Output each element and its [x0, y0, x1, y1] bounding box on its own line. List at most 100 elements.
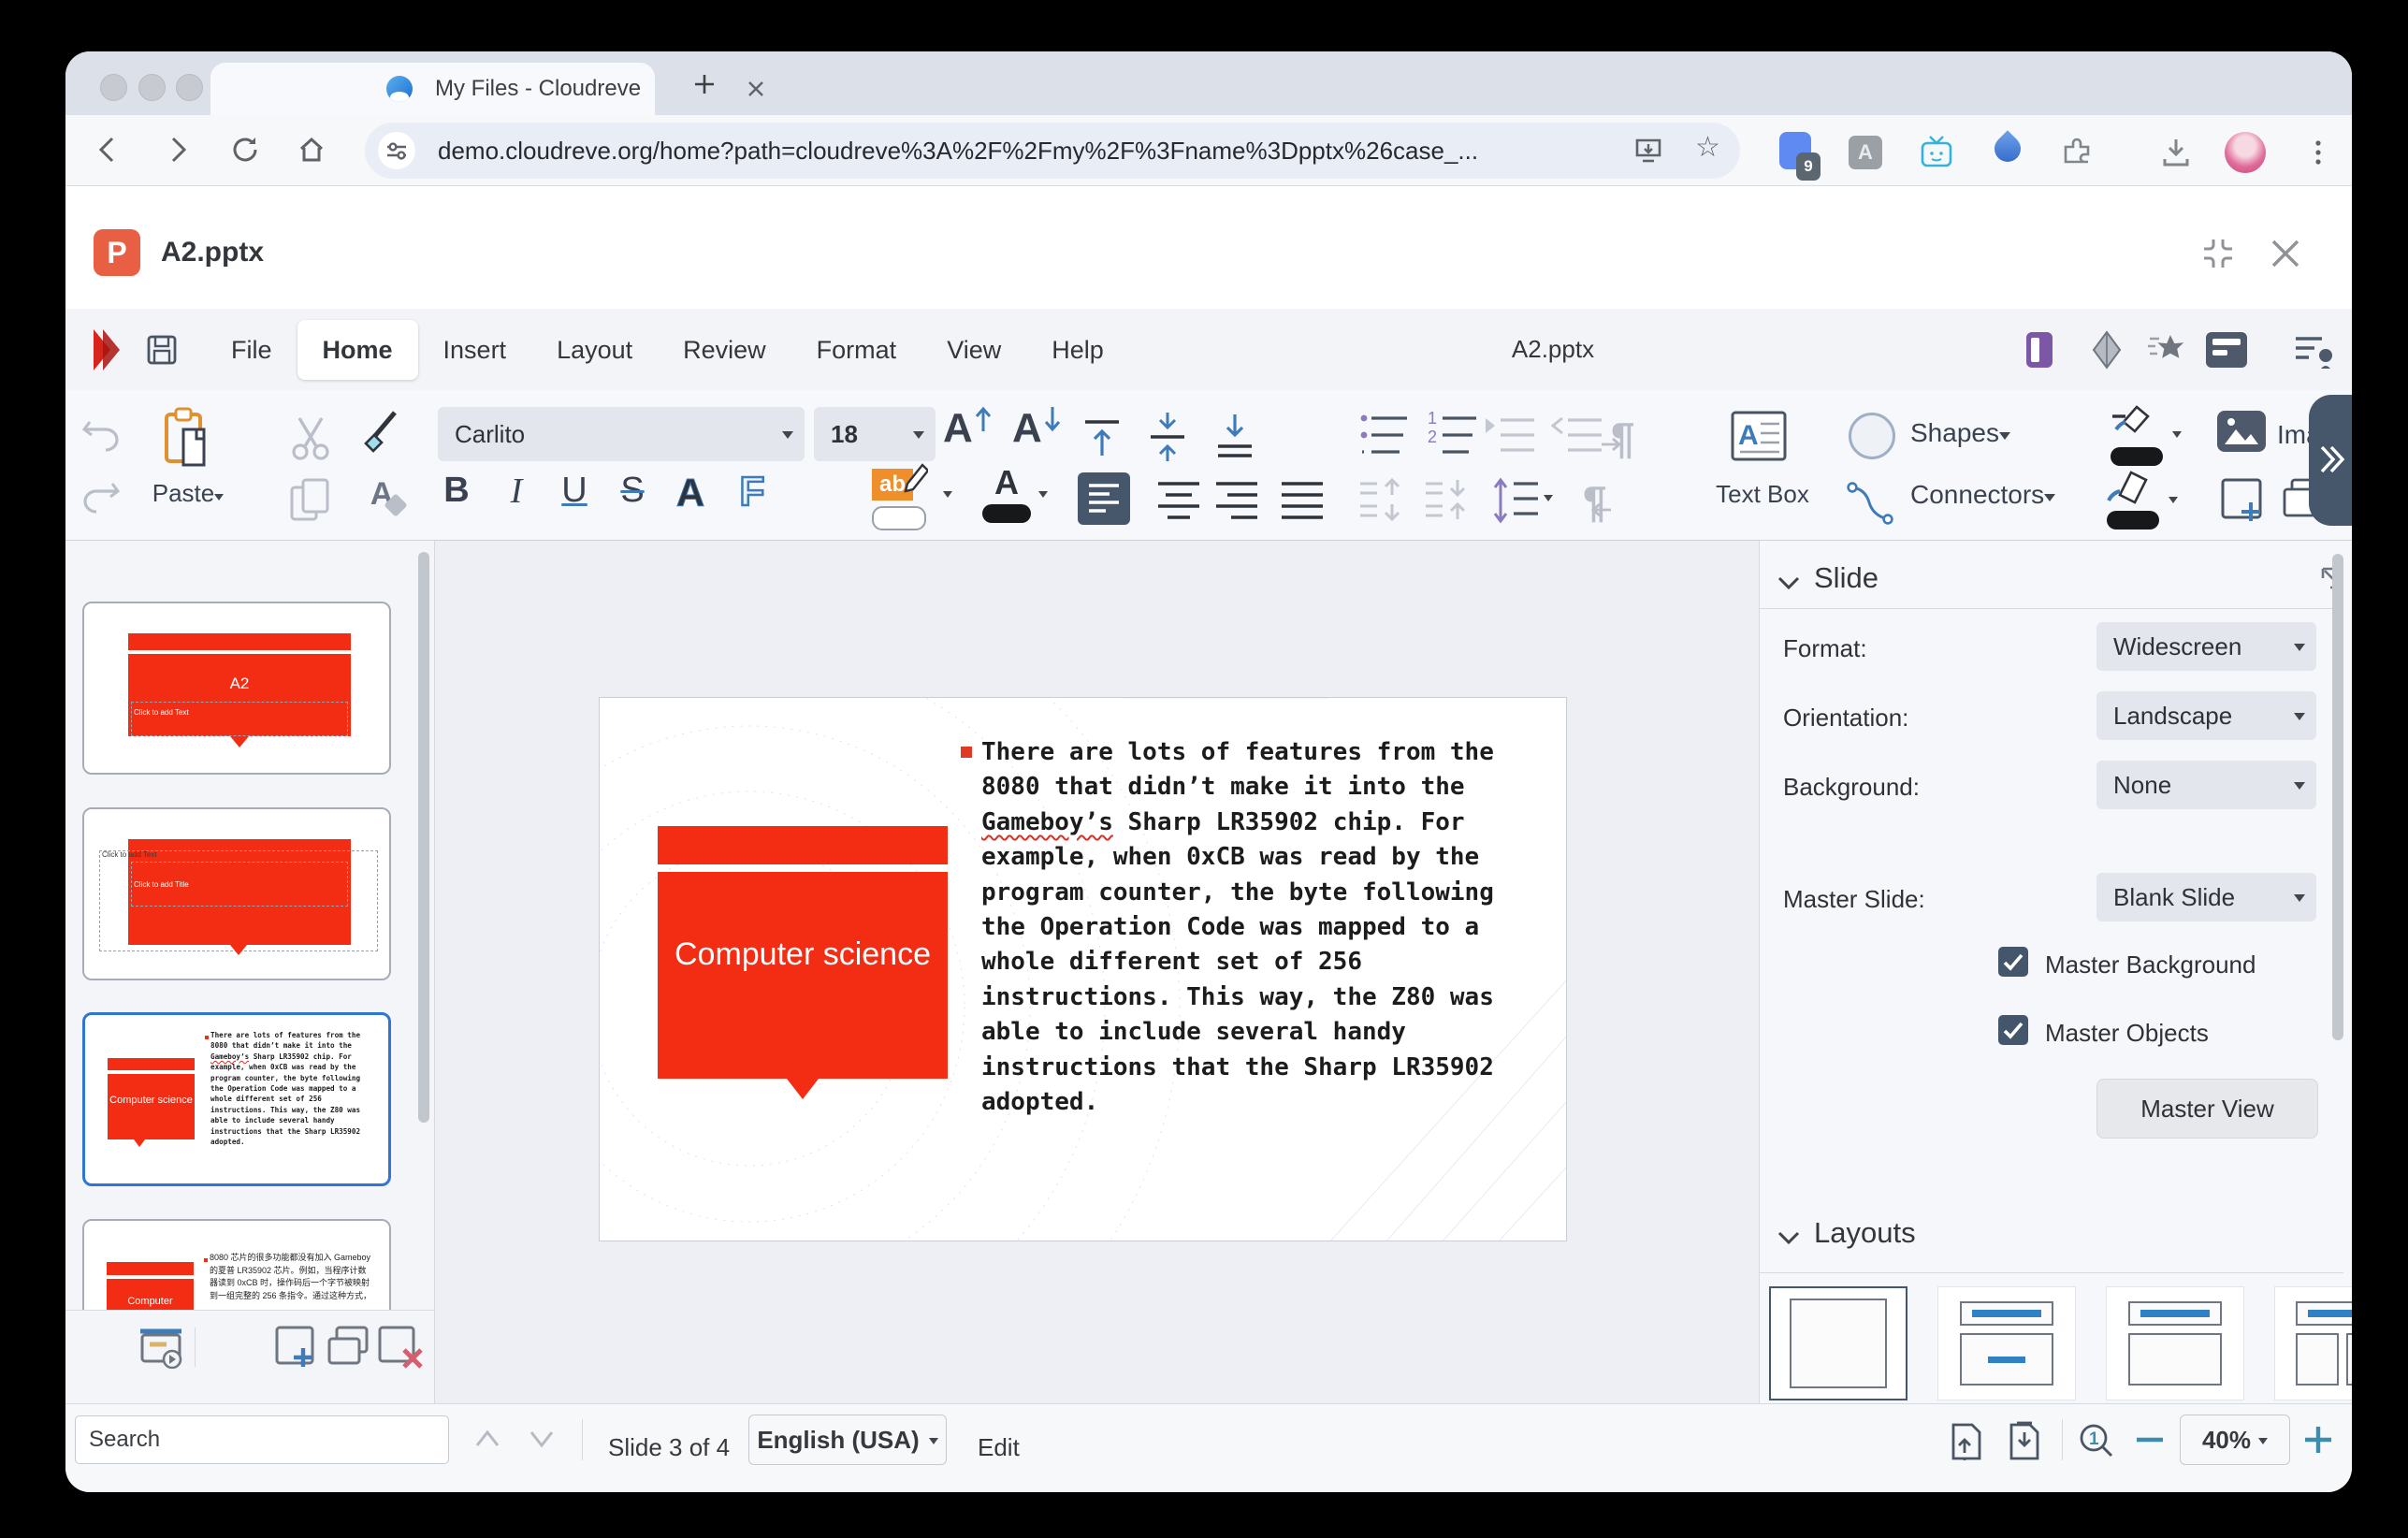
align-justify-button[interactable]	[1280, 482, 1325, 519]
valign-middle-icon[interactable]	[1143, 411, 1192, 463]
slide-thumbnail-2[interactable]: Click to add Text Click to add Title	[82, 807, 391, 980]
decrease-indent-icon[interactable]	[1484, 413, 1536, 461]
format-select[interactable]: Widescreen	[2096, 622, 2316, 671]
maximize-window-button[interactable]	[176, 74, 203, 101]
orientation-select[interactable]: Landscape	[2096, 691, 2316, 740]
slide-thumbnail-1[interactable]: A2 Click to add Text	[82, 602, 391, 775]
exit-fullscreen-icon[interactable]	[2200, 236, 2236, 271]
tab-insert[interactable]: Insert	[418, 320, 532, 380]
add-slide-button[interactable]	[273, 1324, 322, 1372]
layout-title-content[interactable]	[1937, 1286, 2076, 1400]
expand-toolbar-button[interactable]	[2309, 395, 2352, 526]
extension-drop-icon[interactable]	[1995, 136, 2021, 162]
forward-icon[interactable]	[162, 134, 194, 166]
extension-a-icon[interactable]: A	[1849, 136, 1882, 169]
slide-body-text[interactable]: There are lots of features from the 8080…	[981, 735, 1519, 1120]
delete-slide-button[interactable]	[376, 1324, 427, 1372]
bookmark-star-icon[interactable]: ☆	[1695, 131, 1720, 164]
layout-blank[interactable]	[1769, 1286, 1908, 1400]
italic-button[interactable]: I	[498, 471, 535, 512]
favorites-star-icon[interactable]	[2144, 331, 2185, 370]
bullet-list-icon[interactable]	[1358, 411, 1411, 463]
bold-button[interactable]: B	[438, 471, 475, 511]
close-viewer-icon[interactable]	[2268, 236, 2303, 271]
shape-fill-color-button[interactable]	[2107, 471, 2159, 530]
move-paragraph-down-icon[interactable]	[1424, 476, 1472, 523]
text-box-button[interactable]: A	[1729, 409, 1789, 468]
font-color-caret-icon[interactable]	[1038, 491, 1048, 502]
tab-help[interactable]: Help	[1026, 320, 1129, 380]
slide-title-bar-shape[interactable]	[658, 826, 948, 864]
format-painter-icon[interactable]	[357, 409, 404, 461]
font-color-button[interactable]: A	[980, 465, 1033, 523]
back-icon[interactable]	[92, 134, 123, 166]
search-input[interactable]	[75, 1415, 449, 1464]
zoom-out-button[interactable]	[2135, 1436, 2165, 1444]
outline-caret-icon[interactable]	[2172, 431, 2182, 443]
tab-format[interactable]: Format	[791, 320, 922, 380]
master-objects-checkbox[interactable]	[1998, 1015, 2028, 1045]
find-previous-icon[interactable]	[473, 1427, 501, 1451]
align-right-button[interactable]	[1214, 482, 1259, 519]
superscript-button[interactable]: A	[670, 471, 711, 515]
increase-font-icon[interactable]: A	[943, 405, 973, 452]
background-select[interactable]: None	[2096, 761, 2316, 809]
new-tab-button[interactable]	[692, 72, 717, 96]
copy-icon[interactable]	[286, 476, 335, 525]
redo-icon[interactable]	[80, 476, 122, 514]
fill-caret-icon[interactable]	[2169, 497, 2178, 508]
language-button[interactable]: English (USA)	[748, 1415, 947, 1465]
fit-to-slide-icon[interactable]	[1948, 1421, 1987, 1462]
paste-icon[interactable]	[159, 407, 215, 469]
shapes-button[interactable]: Shapes	[1910, 418, 2010, 448]
cut-icon[interactable]	[286, 413, 335, 461]
settings-scrollbar[interactable]	[2332, 554, 2343, 1040]
tab-review[interactable]: Review	[658, 320, 791, 380]
browser-menu-icon[interactable]	[2301, 136, 2335, 169]
minimize-window-button[interactable]	[138, 74, 166, 101]
clear-style-icon[interactable]: A	[352, 476, 412, 513]
tab-view[interactable]: View	[921, 320, 1026, 380]
numbered-list-icon[interactable]: 12	[1426, 411, 1478, 463]
tab-home[interactable]: Home	[297, 320, 418, 380]
align-left-button[interactable]	[1078, 472, 1130, 525]
highlight-color-button[interactable]: ab	[872, 469, 926, 530]
layout-title-box[interactable]	[2106, 1286, 2244, 1400]
highlight-caret-icon[interactable]	[943, 491, 952, 502]
thumbnails-scrollbar[interactable]	[418, 552, 429, 1123]
line-spacing-button[interactable]	[1491, 476, 1540, 525]
browser-tab[interactable]: My Files - Cloudreve	[210, 63, 655, 115]
start-slideshow-icon[interactable]	[137, 1326, 187, 1369]
slide-title-shape[interactable]: Computer science	[658, 872, 948, 1079]
master-background-checkbox[interactable]	[1998, 947, 2028, 977]
hide-panels-icon[interactable]	[2026, 332, 2053, 368]
connectors-button[interactable]: Connectors	[1910, 480, 2055, 510]
zoom-100-icon[interactable]: 1	[2077, 1421, 2118, 1462]
fit-to-width-icon[interactable]	[2006, 1421, 2045, 1462]
tab-close-icon[interactable]	[746, 79, 766, 99]
address-bar[interactable]: demo.cloudreve.org/home?path=cloudreve%3…	[365, 123, 1740, 179]
master-slide-select[interactable]: Blank Slide	[2096, 873, 2316, 921]
master-view-button[interactable]: Master View	[2096, 1079, 2318, 1139]
zoom-level-button[interactable]: 40%	[2180, 1415, 2290, 1465]
theme-gem-icon[interactable]	[2088, 330, 2125, 370]
valign-bottom-icon[interactable]	[1211, 413, 1259, 461]
move-paragraph-up-icon[interactable]	[1358, 476, 1407, 523]
decrease-font-icon[interactable]: A	[1012, 405, 1042, 452]
shape-outline-color-button[interactable]	[2111, 405, 2163, 466]
subscript-button[interactable]: F	[732, 469, 773, 515]
layout-two-content[interactable]	[2274, 1286, 2352, 1400]
close-window-button[interactable]	[100, 74, 127, 101]
undo-icon[interactable]	[80, 414, 122, 452]
duplicate-slide-button[interactable]	[324, 1324, 372, 1372]
downloads-icon[interactable]	[2157, 134, 2195, 171]
slide-canvas[interactable]: Computer science There are lots of featu…	[599, 697, 1567, 1241]
view-settings-icon[interactable]	[2292, 331, 2335, 370]
tab-layout[interactable]: Layout	[531, 320, 658, 380]
extension-tv-icon[interactable]	[1918, 134, 1955, 171]
extension-card-icon[interactable]: 9	[1779, 132, 1811, 169]
extensions-puzzle-icon[interactable]	[2058, 134, 2096, 171]
align-center-button[interactable]	[1156, 482, 1201, 519]
line-spacing-caret-icon[interactable]	[1544, 495, 1553, 506]
add-slide-icon[interactable]	[2219, 476, 2270, 527]
